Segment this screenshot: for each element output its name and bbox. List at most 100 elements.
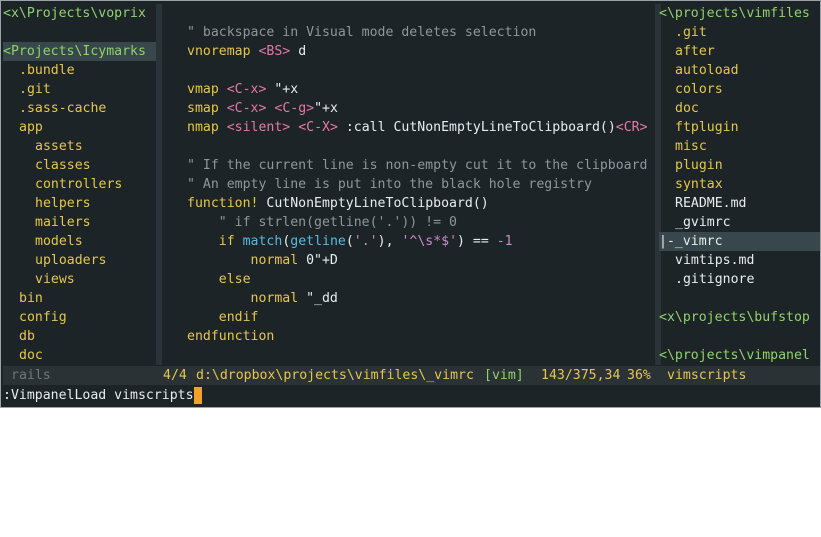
tree-item[interactable]: syntax — [659, 175, 820, 194]
tree-item[interactable]: <\projects\vimfiles — [659, 4, 820, 23]
tree-item-label: <\projects\vimpanel — [659, 348, 810, 363]
tree-item[interactable]: ftplugin — [659, 118, 820, 137]
tree-item[interactable]: <x\projects\bufstop — [659, 308, 820, 327]
command-text: :VimpanelLoad vimscripts — [3, 388, 194, 403]
tree-item[interactable]: .sass-cache — [3, 99, 156, 118]
tree-item[interactable]: <\projects\vimpanel — [659, 346, 820, 365]
code-token: <silent> — [226, 120, 291, 135]
code-line[interactable]: smap <C-x> <C-g>"+x — [187, 99, 338, 118]
tree-item[interactable]: .git — [3, 80, 156, 99]
tree-item[interactable]: app — [3, 118, 156, 137]
tree-item[interactable]: doc — [3, 346, 156, 365]
tree-item-label: colors — [675, 82, 723, 97]
tree-item[interactable]: views — [3, 270, 156, 289]
code-token: <C-x> — [226, 101, 267, 116]
code-token: <BS> — [258, 44, 291, 59]
code-token: '.' — [353, 234, 378, 249]
tree-item[interactable]: _gvimrc — [659, 213, 820, 232]
tree-item-label: .sass-cache — [19, 101, 107, 116]
tree-item[interactable]: helpers — [3, 194, 156, 213]
tree-item-label: .git — [19, 82, 51, 97]
tree-item[interactable]: mailers — [3, 213, 156, 232]
tree-item[interactable]: .git — [659, 23, 820, 42]
editor-buffer[interactable]: " backspace in Visual mode deletes selec… — [165, 4, 655, 365]
code-token: <C-g> — [274, 101, 315, 116]
tree-item[interactable]: autoload — [659, 61, 820, 80]
tree-item-label: <Projects\Icymarks — [3, 44, 146, 59]
code-line[interactable]: function! CutNonEmptyLineToClipboard() — [187, 194, 489, 213]
status-line: rails 4/4 d:\dropbox\projects\vimfiles\_… — [3, 366, 820, 385]
tree-item[interactable]: README.md — [659, 194, 820, 213]
tree-item-label: plugin — [675, 158, 723, 173]
code-token: "_dd — [298, 291, 338, 306]
code-line[interactable]: " If the current line is non-empty cut i… — [187, 156, 648, 175]
tree-item-label: .git — [675, 25, 707, 40]
tree-item[interactable]: .bundle — [3, 61, 156, 80]
code-token: smap — [187, 101, 219, 116]
code-line[interactable]: " if strlen(getline('.')) != 0 — [187, 213, 457, 232]
code-token: "+x — [314, 101, 338, 116]
right-file-panel[interactable]: <\projects\vimfiles .git after autoload colo… — [659, 4, 820, 365]
tree-item[interactable]: vimtips.md — [659, 251, 820, 270]
tree-item[interactable]: uploaders — [3, 251, 156, 270]
code-line[interactable]: else — [187, 270, 251, 289]
code-line[interactable]: " backspace in Visual mode deletes selec… — [187, 23, 536, 42]
code-line[interactable]: if match(getline('.'), '^\s*$') == -1 — [187, 232, 513, 251]
code-line[interactable]: nmap <silent> <C-X> :call CutNonEmptyLin… — [187, 118, 648, 137]
tree-item[interactable]: |-_vimrc — [659, 232, 820, 251]
code-token: <C-x> — [226, 82, 267, 97]
tree-item[interactable]: db — [3, 327, 156, 346]
tree-item[interactable]: models — [3, 232, 156, 251]
code-token: vmap — [187, 82, 219, 97]
tree-item-label: models — [35, 234, 83, 249]
tree-item[interactable]: controllers — [3, 175, 156, 194]
tree-item[interactable]: config — [3, 308, 156, 327]
left-split-divider[interactable] — [156, 4, 162, 365]
command-line[interactable]: :VimpanelLoad vimscripts — [3, 386, 820, 405]
code-token: normal — [250, 253, 299, 268]
code-line[interactable]: " An empty line is put into the black ho… — [187, 175, 592, 194]
code-line[interactable]: vmap <C-x> "+x — [187, 80, 298, 99]
tree-item-label: .gitignore — [675, 272, 755, 287]
code-line[interactable]: normal 0"+D — [187, 251, 338, 270]
tree-item[interactable]: .gitignore — [659, 270, 820, 289]
code-token: <CR> — [615, 120, 648, 135]
tree-item[interactable]: plugin — [659, 156, 820, 175]
code-token: normal — [250, 291, 299, 306]
code-token: match — [242, 234, 283, 249]
tree-item[interactable]: classes — [3, 156, 156, 175]
tree-item-label: doc — [675, 101, 699, 116]
left-panel-name: rails — [11, 368, 51, 383]
tree-item[interactable]: colors — [659, 80, 820, 99]
tree-item[interactable]: misc — [659, 137, 820, 156]
tree-item-label: after — [675, 44, 715, 59]
code-token: '^\s*$' — [401, 234, 458, 249]
tree-item[interactable]: assets — [3, 137, 156, 156]
code-line[interactable]: endfunction — [187, 327, 274, 346]
code-token: " backspace in Visual mode deletes selec… — [187, 25, 537, 40]
tree-item[interactable]: doc — [659, 99, 820, 118]
tree-item-label: app — [19, 120, 43, 135]
tree-item-label: README.md — [675, 196, 747, 211]
tree-item[interactable]: <Projects\Icymarks — [3, 42, 156, 61]
code-line[interactable]: vnoremap <BS> d — [187, 42, 306, 61]
code-line[interactable]: normal "_dd — [187, 289, 338, 308]
tree-item-label: syntax — [675, 177, 723, 192]
left-file-panel[interactable]: <x\Projects\voprix <Projects\Icymarks .bun… — [3, 4, 156, 365]
tree-item[interactable]: <x\Projects\voprix — [3, 4, 156, 23]
tree-item-label: <\projects\vimfiles — [659, 6, 810, 21]
code-line[interactable]: endif — [187, 308, 259, 327]
tree-item-label: db — [19, 329, 35, 344]
tree-item[interactable]: after — [659, 42, 820, 61]
tree-item-label: assets — [35, 139, 83, 154]
tree-item-label: _gvimrc — [675, 215, 731, 230]
tree-item-label: misc — [675, 139, 707, 154]
tree-item[interactable]: bin — [3, 289, 156, 308]
code-token: CutNonEmptyLineToClipboard() — [258, 196, 489, 211]
vim-window: <x\Projects\voprix <Projects\Icymarks .bun… — [0, 0, 821, 408]
tree-item-label: doc — [19, 348, 43, 363]
